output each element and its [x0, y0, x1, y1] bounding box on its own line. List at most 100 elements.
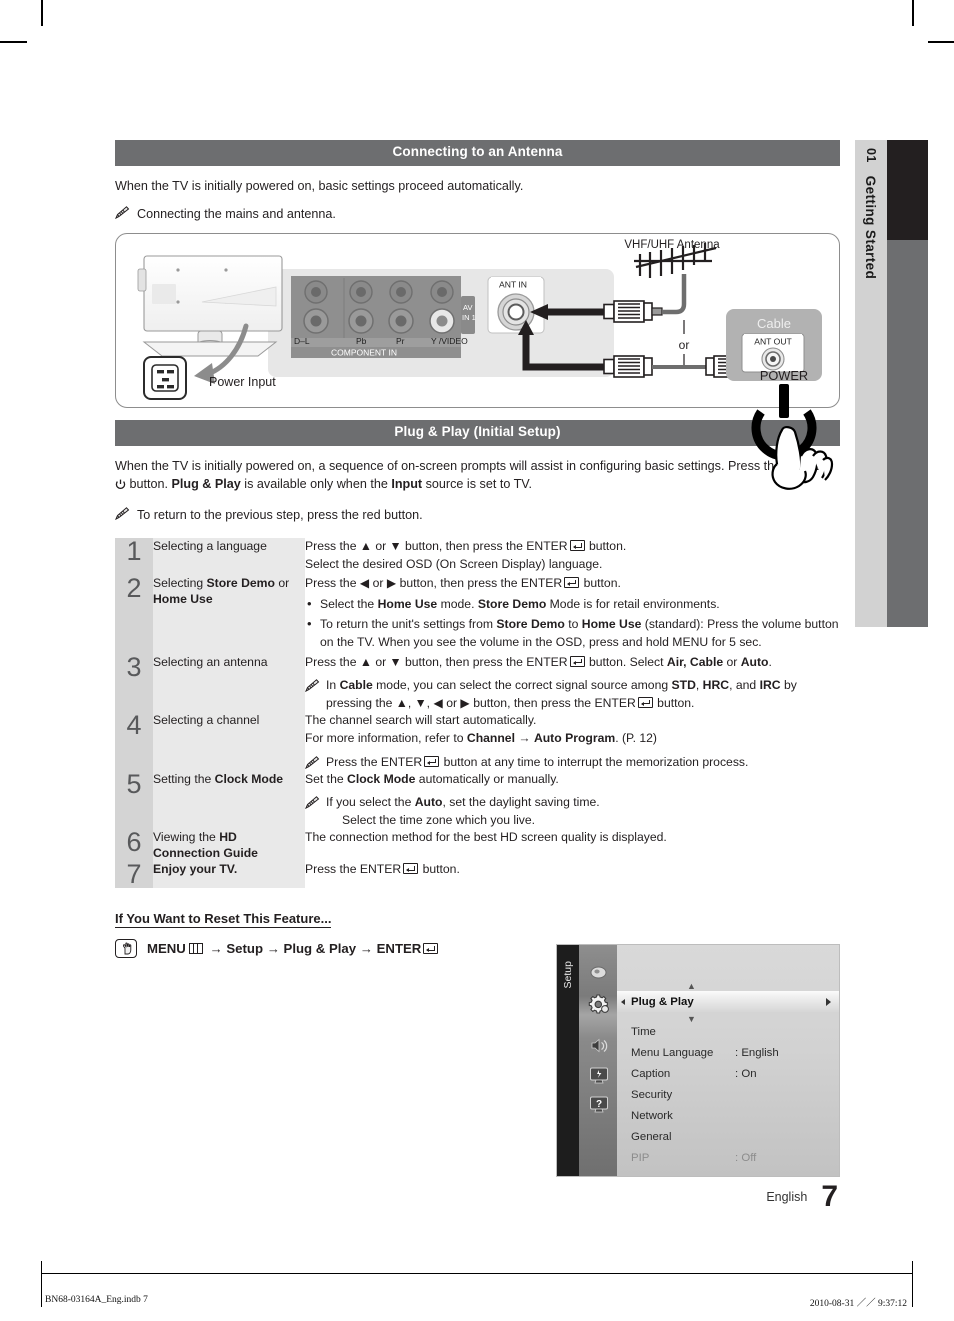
step-number: 4	[115, 711, 153, 771]
scroll-up-caret: ▲	[687, 981, 696, 991]
pp-intro-4: source is set to TV.	[422, 477, 533, 492]
crop-mark-bottom-right-vertical	[911, 1261, 913, 1307]
osd-row-caption[interactable]: Caption : On	[617, 1063, 839, 1084]
list-item: Select the Home Use mode. Store Demo Mod…	[305, 595, 840, 614]
table-row: 1 Selecting a language Press the ▲ or ▼ …	[115, 538, 840, 575]
pencil-icon	[305, 755, 320, 771]
osd-row-label: Network	[631, 1109, 673, 1122]
osd-tab-strip: Setup	[557, 945, 579, 1176]
reset-setup-label: Setup	[226, 941, 264, 957]
step-bullet-list: Select the Home Use mode. Store Demo Mod…	[305, 595, 840, 651]
print-footer-left: BN68-03164A_Eng.indb 7	[45, 1295, 148, 1305]
chapter-tab: 01 Getting Started	[855, 140, 887, 627]
plug-and-play-steps-table: 1 Selecting a language Press the ▲ or ▼ …	[115, 538, 840, 889]
step-title: Setting the Clock Mode	[153, 770, 305, 829]
step-description: Press the ◀ or ▶ button, then press the …	[305, 575, 840, 654]
step-note-text: If you select the Auto, set the daylight…	[326, 794, 840, 829]
reset-heading: If You Want to Reset This Feature...	[115, 911, 332, 929]
chapter-tab-gray-block	[887, 240, 928, 627]
osd-row-pip[interactable]: PIP : Off	[617, 1147, 839, 1168]
chapter-label: Getting Started	[863, 175, 879, 280]
enter-key-icon	[564, 576, 580, 588]
plug-and-play-note: To return to the previous step, press th…	[115, 506, 840, 524]
component-in-label: COMPONENT IN	[331, 348, 397, 358]
chapter-tab-dark-block	[887, 140, 928, 240]
step-line: Select the desired OSD (On Screen Displa…	[305, 557, 603, 572]
svg-text:?: ?	[595, 1099, 601, 1110]
step-note-text: Press the ENTER button at any time to in…	[326, 754, 749, 769]
crop-mark-top-left-vertical	[41, 0, 43, 26]
osd-row-time[interactable]: Time	[617, 1021, 839, 1042]
osd-row-value: : English	[735, 1046, 779, 1059]
reset-arrow-1: →	[209, 941, 223, 957]
reset-menu-label: MENU	[147, 941, 186, 957]
osd-row-label: General	[631, 1130, 672, 1143]
or-label: or	[679, 338, 690, 352]
step-line: For more information, refer to Channel →…	[305, 731, 657, 746]
step-number: 3	[115, 653, 153, 712]
svg-text:Y /VIDEO: Y /VIDEO	[431, 336, 468, 346]
pp-intro-1: When the TV is initially powered on, a s…	[115, 459, 785, 474]
reset-plugplay-label: Plug & Play	[283, 941, 357, 957]
antenna-note: Connecting the mains and antenna.	[115, 205, 840, 223]
print-footer: BN68-03164A_Eng.indb 7 2010-08-31 ／／ 9:3…	[41, 1261, 913, 1321]
page-language: English	[766, 1190, 808, 1204]
step-title-bold-1: Store Demo	[206, 575, 275, 590]
step-title-bold: Enjoy your TV.	[153, 862, 238, 877]
reset-arrow-2: →	[266, 941, 280, 957]
input-icon	[585, 1064, 612, 1086]
svg-text:D–L: D–L	[294, 336, 310, 346]
svg-text:Pr: Pr	[396, 336, 405, 346]
step-title-pre: Selecting	[153, 575, 207, 590]
step-number: 1	[115, 538, 153, 575]
step-title: Enjoy your TV.	[153, 861, 305, 889]
osd-tab-label: Setup	[562, 961, 574, 989]
reset-enter-label: ENTER	[376, 941, 422, 957]
ant-in-label: ANT IN	[499, 280, 527, 290]
power-symbol-icon	[115, 477, 126, 495]
pencil-icon	[115, 206, 130, 220]
table-row: 5 Setting the Clock Mode Set the Clock M…	[115, 770, 840, 829]
power-button-illustration	[725, 372, 843, 502]
power-input-label: Power Input	[209, 375, 276, 389]
manual-page: 01 Getting Started Connecting to an Ante…	[0, 0, 954, 1321]
step-note-text: In Cable mode, you can select the correc…	[326, 678, 797, 710]
step-description: The channel search will start automatica…	[305, 712, 840, 771]
table-row: 7 Enjoy your TV. Press the ENTER button.	[115, 861, 840, 889]
section-header-antenna: Connecting to an Antenna	[115, 140, 840, 166]
enter-key-icon	[569, 655, 585, 667]
step-line: The connection method for the best HD sc…	[305, 829, 667, 844]
step-title-text: Selecting a channel	[153, 712, 260, 727]
step-note: If you select the Auto, set the daylight…	[305, 794, 840, 829]
step-title-pre: Setting the	[153, 771, 215, 786]
step-title-pre: Viewing the	[153, 829, 220, 844]
step-line: The channel search will start automatica…	[305, 712, 537, 727]
osd-row-network[interactable]: Network	[617, 1105, 839, 1126]
step-line: Press the ▲ or ▼ button, then press the …	[305, 538, 627, 553]
osd-row-menu-language[interactable]: Menu Language : English	[617, 1042, 839, 1063]
support-icon: ?	[585, 1093, 612, 1115]
crop-mark-top-right-horizontal	[928, 41, 954, 43]
osd-row-general[interactable]: General	[617, 1126, 839, 1147]
osd-icon-column: ?	[579, 945, 617, 1176]
step-line: Press the ENTER button.	[305, 862, 460, 877]
osd-row-plug-and-play[interactable]: Plug & Play	[617, 991, 839, 1012]
enter-key-icon	[637, 696, 653, 708]
enter-key-icon	[424, 755, 440, 767]
step-line: Press the ◀ or ▶ button, then press the …	[305, 575, 621, 590]
pencil-icon	[305, 796, 320, 829]
osd-row-label: PIP	[631, 1151, 650, 1164]
step-note-second-line: Select the time zone which you live.	[342, 812, 536, 827]
step-number: 6	[115, 828, 153, 862]
osd-row-security[interactable]: Security	[617, 1084, 839, 1105]
osd-row-label: Plug & Play	[631, 995, 694, 1008]
osd-row-label: Time	[631, 1025, 656, 1038]
menu-key-icon	[188, 943, 203, 955]
osd-menu-screenshot: Setup ? ▲ Plug & Play ▼ Time Menu Langua…	[556, 944, 840, 1177]
crop-mark-top-left-horizontal	[0, 41, 27, 43]
osd-row-label: Menu Language	[631, 1046, 714, 1059]
pp-intro-3: is available only when the	[240, 477, 392, 492]
picture-icon	[585, 961, 612, 983]
step-title-mid: or	[274, 575, 290, 590]
osd-tab-label-wrap: Setup	[557, 945, 579, 1176]
